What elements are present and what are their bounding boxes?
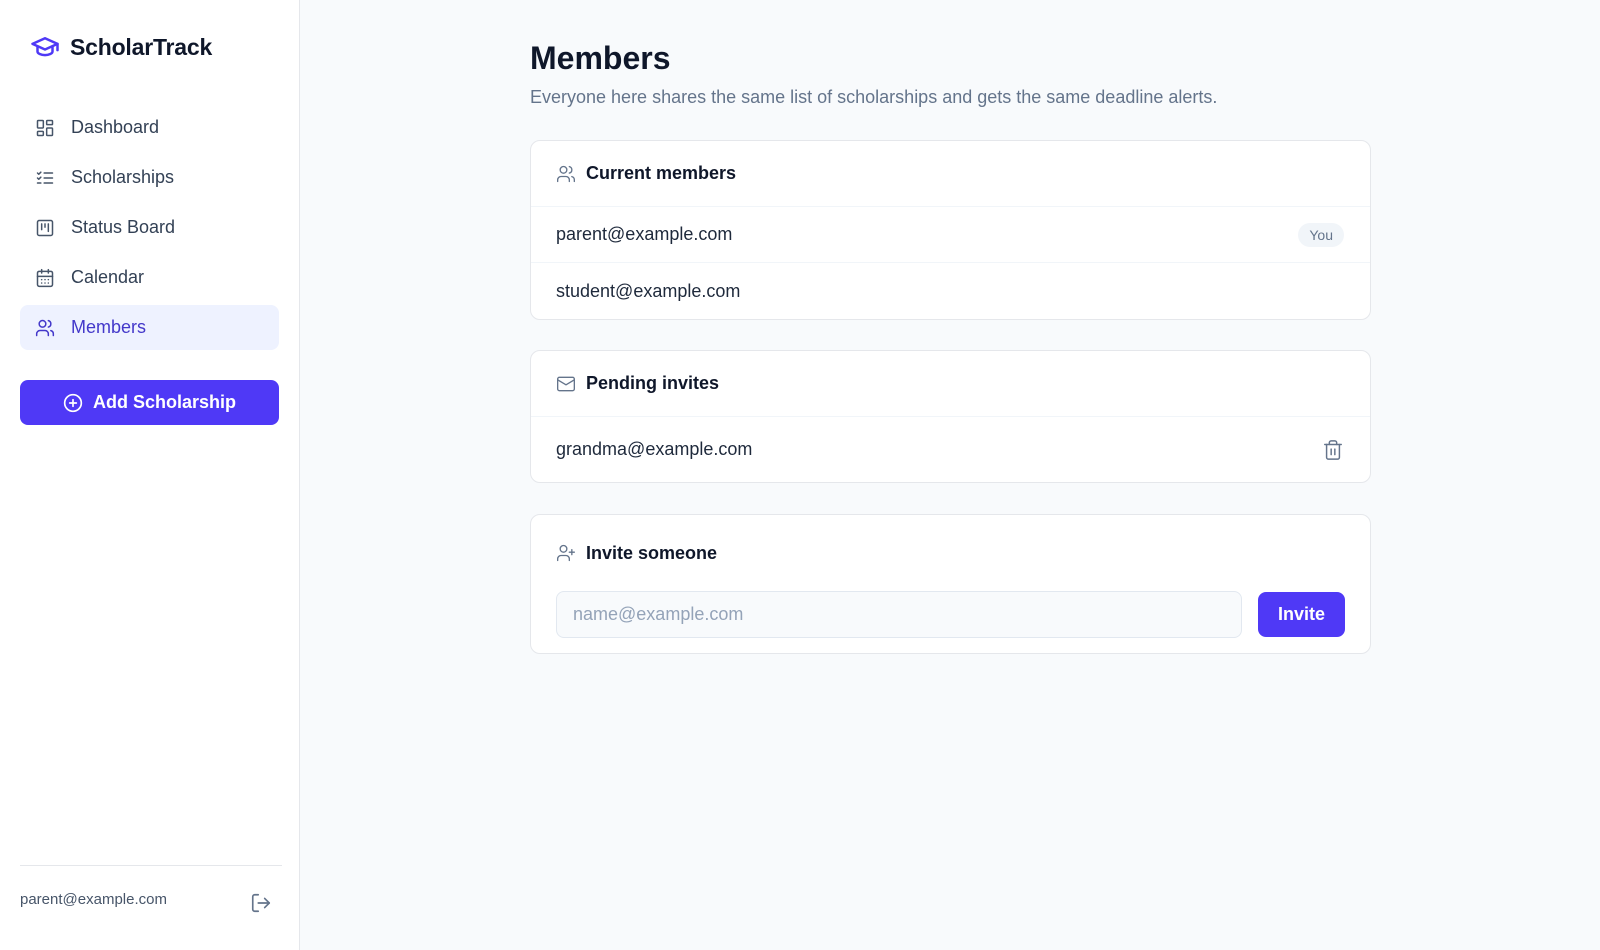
sidebar-item-label: Calendar xyxy=(71,267,145,287)
current-user-email: parent@example.com xyxy=(20,891,167,908)
sidebar-item-calendar[interactable]: Calendar xyxy=(20,255,279,300)
member-email: parent@example.com xyxy=(556,224,733,244)
card-title: Invite someone xyxy=(586,542,718,563)
invite-row: grandma@example.com xyxy=(531,417,1370,482)
add-scholarship-label: Add Scholarship xyxy=(92,392,236,412)
user-plus-icon xyxy=(557,544,575,562)
trash-icon[interactable] xyxy=(1322,439,1344,461)
sidebar-item-status-board[interactable]: Status Board xyxy=(20,205,279,250)
card-header: Current members xyxy=(531,141,1370,207)
graduation-cap-icon xyxy=(31,37,59,57)
invite-someone-card: Invite someone Invite xyxy=(530,514,1371,654)
card-header: Invite someone xyxy=(531,515,1370,591)
invite-form: Invite xyxy=(531,591,1370,638)
sidebar-item-label: Status Board xyxy=(71,217,176,237)
users-icon xyxy=(35,319,55,336)
sidebar-divider xyxy=(20,865,282,866)
pending-invites-card: Pending invites grandma@example.com xyxy=(530,350,1371,483)
member-row: student@example.com xyxy=(531,263,1370,319)
sidebar-item-dashboard[interactable]: Dashboard xyxy=(20,105,279,150)
sidebar-nav: Dashboard Scholarships Status Board Cale… xyxy=(20,105,279,355)
sidebar-item-label: Dashboard xyxy=(71,117,160,137)
sidebar-item-scholarships[interactable]: Scholarships xyxy=(20,155,279,200)
dashboard-icon xyxy=(36,119,54,136)
plus-circle-icon xyxy=(63,393,83,412)
you-badge: You xyxy=(1298,222,1344,247)
kanban-icon xyxy=(36,219,54,236)
member-email: student@example.com xyxy=(556,280,741,301)
sidebar-item-members[interactable]: Members xyxy=(20,305,279,350)
page-title: Members xyxy=(530,40,671,76)
brand[interactable]: ScholarTrack xyxy=(30,32,212,62)
page-subtitle: Everyone here shares the same list of sc… xyxy=(530,87,1218,107)
invite-email: grandma@example.com xyxy=(556,439,753,459)
sidebar-item-label: Scholarships xyxy=(71,167,175,187)
card-title: Current members xyxy=(586,163,737,183)
calendar-icon xyxy=(36,268,54,287)
mail-icon xyxy=(557,376,575,391)
invite-email-input[interactable] xyxy=(556,591,1243,638)
logout-icon[interactable] xyxy=(250,892,272,914)
invite-button[interactable]: Invite xyxy=(1258,592,1345,637)
brand-name: ScholarTrack xyxy=(70,33,213,60)
add-scholarship-button[interactable]: Add Scholarship xyxy=(20,380,279,425)
card-header: Pending invites xyxy=(531,351,1370,417)
card-title: Pending invites xyxy=(586,373,720,393)
users-icon xyxy=(557,165,575,182)
sidebar: ScholarTrack Dashboard Scholarships Stat… xyxy=(0,0,300,950)
checklist-icon xyxy=(36,170,54,184)
member-row: parent@example.com You xyxy=(531,207,1370,263)
current-members-card: Current members parent@example.com You s… xyxy=(530,140,1371,320)
sidebar-item-label: Members xyxy=(71,317,147,337)
